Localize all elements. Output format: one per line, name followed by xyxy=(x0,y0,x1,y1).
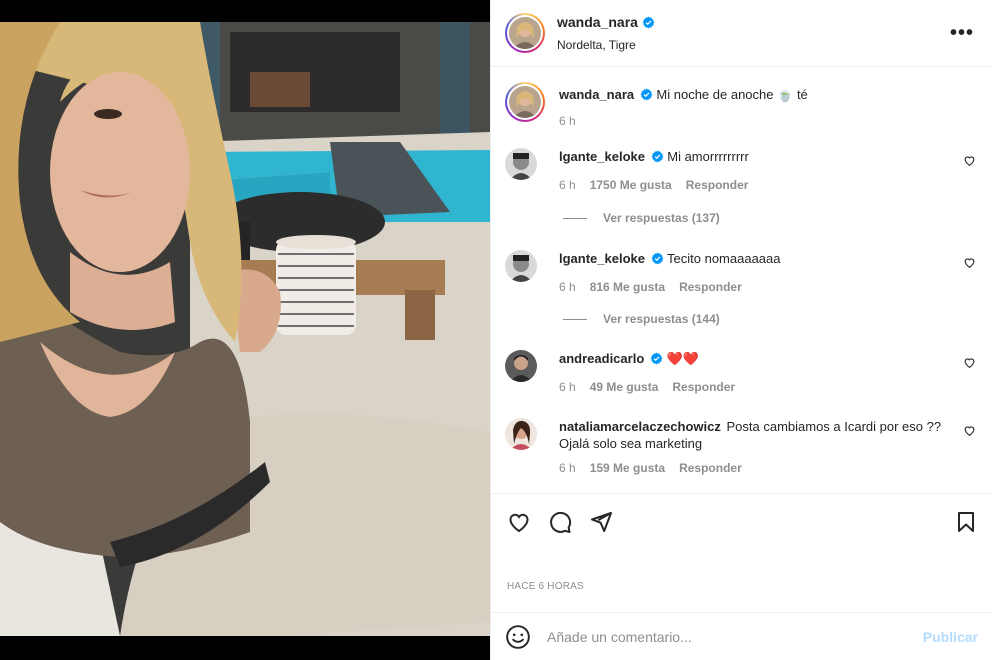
post-header: wanda_nara Nordelta, Tigre ••• xyxy=(491,0,992,67)
comment-icon[interactable] xyxy=(548,510,572,534)
author-username[interactable]: wanda_nara xyxy=(557,14,638,30)
paper-plane-icon[interactable] xyxy=(589,510,613,534)
comment-time[interactable]: 6 h xyxy=(559,460,576,477)
verified-badge-icon xyxy=(651,252,664,265)
tea-cup-emoji: 🍵 xyxy=(777,87,794,102)
verified-badge-icon xyxy=(650,352,663,365)
comment-like-heart-icon[interactable] xyxy=(963,154,976,167)
comment-time[interactable]: 6 h xyxy=(559,177,576,194)
caption-text: Mi noche de anoche xyxy=(656,87,774,102)
post-time-ago[interactable]: HACE 6 HORAS xyxy=(507,581,584,592)
caption-suffix: té xyxy=(796,87,808,102)
comment-item: nataliamarcelaczechowicz Posta cambiamos… xyxy=(505,418,978,477)
view-replies-button[interactable]: Ver respuestas (137) xyxy=(563,211,720,225)
author-avatar[interactable] xyxy=(505,13,545,53)
verified-badge-icon xyxy=(640,88,653,101)
view-replies-label: Ver respuestas (144) xyxy=(603,312,720,326)
comment-item: andreadicarlo ❤️❤️ 6 h 49 Me gusta Respo… xyxy=(505,350,978,396)
view-replies-button[interactable]: Ver respuestas (144) xyxy=(563,312,720,326)
view-replies-label: Ver respuestas (137) xyxy=(603,211,720,225)
comment-username[interactable]: andreadicarlo xyxy=(559,351,644,366)
caption-username[interactable]: wanda_nara xyxy=(559,87,634,102)
publish-button[interactable]: Publicar xyxy=(923,629,978,645)
post-caption: wanda_nara Mi noche de anoche 🍵 té 6 h xyxy=(505,82,978,130)
comment-item: lgante_keloke Mi amorrrrrrrrr 6 h 1750 M… xyxy=(505,148,978,194)
comment-likes[interactable]: 1750 Me gusta xyxy=(590,177,672,194)
bookmark-icon[interactable] xyxy=(954,510,978,534)
comment-time[interactable]: 6 h xyxy=(559,379,576,396)
comment-like-heart-icon[interactable] xyxy=(963,256,976,269)
comment-like-heart-icon[interactable] xyxy=(963,356,976,369)
reply-button[interactable]: Responder xyxy=(672,379,735,396)
comment-likes[interactable]: 49 Me gusta xyxy=(590,379,659,396)
comment-username[interactable]: lgante_keloke xyxy=(559,251,645,266)
more-options-icon[interactable]: ••• xyxy=(950,22,974,45)
comment-likes[interactable]: 159 Me gusta xyxy=(590,460,665,477)
heart-icon[interactable] xyxy=(507,510,531,534)
comment-username[interactable]: lgante_keloke xyxy=(559,149,645,164)
comment-username[interactable]: nataliamarcelaczechowicz xyxy=(559,419,721,434)
commenter-avatar[interactable] xyxy=(505,350,537,382)
post-photo-panel xyxy=(0,0,490,660)
commenter-avatar[interactable] xyxy=(505,250,537,282)
comment-likes[interactable]: 816 Me gusta xyxy=(590,279,665,296)
comment-time[interactable]: 6 h xyxy=(559,279,576,296)
comment-input[interactable] xyxy=(547,628,923,645)
comment-item: lgante_keloke Tecito nomaaaaaaa 6 h 816 … xyxy=(505,250,978,296)
emoji-icon[interactable] xyxy=(505,624,531,650)
post-sidebar: wanda_nara Nordelta, Tigre ••• wanda_nar… xyxy=(490,0,992,660)
comment-like-heart-icon[interactable] xyxy=(963,424,976,437)
comment-composer: Publicar xyxy=(491,612,992,660)
commenter-avatar[interactable] xyxy=(505,418,537,450)
caption-time[interactable]: 6 h xyxy=(559,113,576,130)
reply-button[interactable]: Responder xyxy=(686,177,749,194)
caption-avatar[interactable] xyxy=(505,82,545,122)
comment-text: ❤️❤️ xyxy=(666,351,699,366)
comment-text: Tecito nomaaaaaaa xyxy=(667,251,781,266)
post-actions-bar xyxy=(491,493,992,549)
verified-badge-icon xyxy=(651,150,664,163)
post-location[interactable]: Nordelta, Tigre xyxy=(557,38,655,52)
post-photo[interactable] xyxy=(0,22,490,636)
reply-button[interactable]: Responder xyxy=(679,279,742,296)
comment-text: Mi amorrrrrrrrr xyxy=(667,149,749,164)
verified-badge-icon xyxy=(642,16,655,28)
comments-list: wanda_nara Mi noche de anoche 🍵 té 6 h l… xyxy=(491,68,992,492)
commenter-avatar[interactable] xyxy=(505,148,537,180)
reply-button[interactable]: Responder xyxy=(679,460,742,477)
